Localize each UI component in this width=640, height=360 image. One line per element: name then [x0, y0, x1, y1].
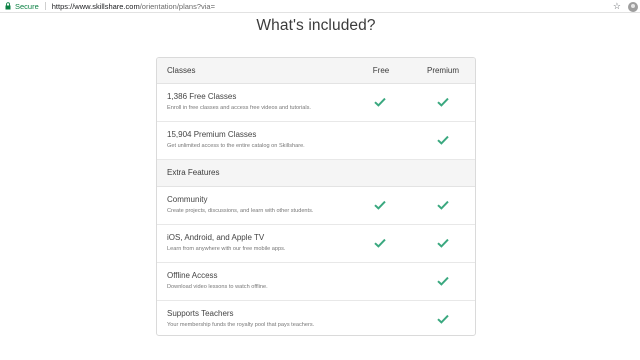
row-description: Get unlimited access to the entire catal… — [167, 143, 305, 149]
row-description: Create projects, discussions, and learn … — [167, 208, 314, 214]
row-description: Learn from anywhere with our free mobile… — [167, 246, 286, 252]
row-title: Offline Access — [167, 271, 218, 280]
secure-label: Secure — [15, 1, 39, 11]
classes-header-label: Classes — [167, 66, 196, 75]
premium-check-icon — [437, 135, 449, 145]
free-column-header: Free — [372, 66, 390, 75]
extra-features-label: Extra Features — [167, 168, 220, 177]
row-title: Community — [167, 195, 208, 204]
free-check-icon — [374, 238, 386, 248]
url-path: /orientation/plans?via= — [139, 1, 215, 11]
premium-check-icon — [437, 97, 449, 107]
premium-check-icon — [437, 276, 449, 286]
premium-check-icon — [437, 200, 449, 210]
row-title: iOS, Android, and Apple TV — [167, 233, 265, 242]
table-row: Offline Access Download video lessons to… — [157, 263, 475, 301]
bookmark-star-icon[interactable]: ☆ — [613, 1, 621, 12]
url-host: https://www.skillshare.com — [51, 1, 140, 11]
free-check-icon — [374, 200, 386, 210]
table-row: Supports Teachers Your membership funds … — [157, 301, 475, 335]
row-description: Your membership funds the royalty pool t… — [167, 322, 315, 328]
table-row: 1,386 Free Classes Enroll in free classe… — [157, 84, 475, 122]
table-row: 15,904 Premium Classes Get unlimited acc… — [157, 122, 475, 160]
address-divider — [44, 2, 46, 10]
row-description: Enroll in free classes and access free v… — [167, 105, 311, 111]
table-row: Community Create projects, discussions, … — [157, 187, 475, 225]
plan-comparison-table: Classes Free Premium 1,386 Free Classes … — [156, 57, 476, 336]
extension-icon[interactable] — [627, 1, 639, 13]
row-description: Download video lessons to watch offline. — [167, 284, 268, 290]
lock-icon — [4, 1, 12, 11]
free-check-icon — [374, 97, 386, 107]
row-title: 1,386 Free Classes — [167, 92, 237, 101]
page-title: What's included? — [256, 17, 376, 34]
table-row: iOS, Android, and Apple TV Learn from an… — [157, 225, 475, 263]
row-title: Supports Teachers — [167, 309, 234, 318]
extra-features-header: Extra Features — [157, 160, 475, 187]
url-text[interactable]: https://www.skillshare.com/orientation/p… — [52, 2, 215, 11]
premium-check-icon — [437, 314, 449, 324]
table-header: Classes Free Premium — [157, 58, 475, 84]
premium-column-header: Premium — [426, 66, 459, 75]
address-bar[interactable]: Secure https://www.skillshare.com/orient… — [0, 0, 640, 13]
premium-check-icon — [437, 238, 449, 248]
row-title: 15,904 Premium Classes — [167, 130, 257, 139]
